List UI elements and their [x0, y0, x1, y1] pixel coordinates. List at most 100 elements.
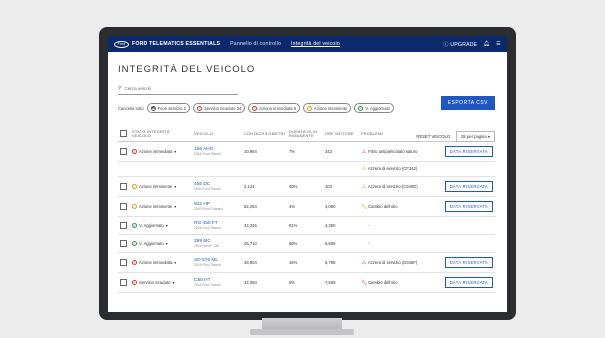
search-icon: ⚲ — [118, 85, 122, 90]
engine-hours-cell: 6,509 — [322, 234, 359, 253]
problem-text: Cambio dell'olio — [368, 279, 398, 285]
page-title: INTEGRITÀ DEL VEICOLO — [118, 64, 256, 75]
reset-vehicle-link[interactable]: RESET VEICOLO — [416, 134, 450, 139]
table-row[interactable]: ! Azione immediata ▾ SD 576 ML 2019 Ford Tra… — [118, 252, 495, 273]
nav-vehicle-health[interactable]: Integrità del veicolo — [291, 41, 340, 47]
odometer-cell: 45,710 — [242, 234, 287, 253]
table-row[interactable]: ⚠︎ Azzera di servizio (CF342) — [118, 161, 495, 177]
table-row[interactable]: ✓ V. Aggiornato ▾ 389 MC 2016 Ford F-150 45,7… — [118, 234, 495, 253]
search-input[interactable]: ⚲ Cerca veicoli — [118, 85, 238, 95]
problem-text: Azzera di servizio (C940D) — [367, 183, 418, 189]
table-row[interactable]: ! Azione imminente ▾ 456 DC 2020 Ford Transi… — [118, 176, 495, 197]
engine-hours-cell — [322, 161, 359, 177]
header-vehicle[interactable]: VEICOLO — [192, 127, 242, 142]
engine-hours-cell: 7,569 — [322, 272, 359, 293]
row-checkbox[interactable] — [120, 147, 127, 155]
status-dropdown[interactable]: ✓ V. Aggiornato ▾ — [132, 223, 190, 228]
status-dropdown[interactable]: ! Azione immediata ▾ — [132, 149, 190, 154]
row-checkbox[interactable] — [120, 202, 127, 210]
nav-dashboard[interactable]: Pannello di controllo — [230, 41, 281, 47]
engine-hours-cell: 4,080 — [322, 196, 359, 217]
vehicle-model: 2016 Ford Transit — [194, 152, 221, 156]
row-checkbox[interactable] — [120, 278, 127, 286]
status-dropdown[interactable]: ! Azione imminente ▾ — [132, 204, 190, 209]
chevron-down-icon: ▾ — [165, 241, 168, 246]
oil-life-cell: 69% — [286, 234, 323, 253]
problem-text: Azzera di servizio (D345F) — [367, 259, 418, 265]
vehicle-model: 2020 Ford Transit — [194, 187, 221, 191]
check-icon: ✓ — [358, 105, 364, 111]
odometer-cell: 48,904 — [242, 252, 287, 273]
select-all-checkbox[interactable] — [120, 130, 127, 137]
upgrade-button[interactable]: ⓘ UPGRADE — [443, 41, 477, 48]
row-checkbox[interactable] — [120, 239, 127, 247]
header-odometer[interactable]: CONTACHILOMETRI — [242, 127, 287, 142]
problem-icon: ⚠︎ — [361, 148, 367, 155]
table-row[interactable]: ! Azione immediata ▾ 166 AHO 2016 Ford Trans… — [118, 141, 495, 162]
notification-bell-icon[interactable]: 🔔︎ — [483, 41, 490, 47]
problem-text: - — [368, 241, 370, 246]
engine-hours-cell: 4,350 — [322, 216, 359, 235]
row-checkbox[interactable] — [120, 258, 127, 266]
problem-icon: ⚠︎ — [361, 183, 367, 190]
oil-life-cell: 91% — [286, 216, 323, 235]
odometer-cell: 2,124 — [242, 176, 287, 197]
clear-all-link[interactable]: Cancella tutto — [118, 106, 144, 111]
vehicle-model: 2020 Ford Connect — [194, 207, 224, 211]
status-dropdown[interactable]: ! Azione immediata ▾ — [132, 260, 190, 265]
oil-life-cell: 7% — [286, 141, 323, 162]
filter-out-of-service[interactable]: ⛟ Fuori servizio 2 — [146, 103, 190, 113]
row-checkbox[interactable] — [120, 221, 127, 229]
status-icon: ! — [132, 204, 137, 209]
status-icon: ! — [132, 260, 137, 265]
table-row[interactable]: ! Servizio Scaduto ▾ C50 HT 2016 Ford Transi… — [118, 272, 495, 293]
reserved-date-button[interactable]: DATA RISERVATA — [444, 201, 493, 212]
alert-icon: ! — [197, 105, 202, 111]
problem-text: Filtro antiparticolato saturo — [368, 148, 418, 154]
table-body: ! Azione immediata ▾ 166 AHO 2016 Ford Trans… — [118, 141, 495, 293]
status-icon: ✓ — [132, 223, 137, 228]
top-navigation-bar: Ford FORD TELEMATICS ESSENTIALS Pannello… — [108, 36, 507, 52]
monitor-frame: Ford FORD TELEMATICS ESSENTIALS Pannello… — [99, 27, 516, 320]
export-csv-button[interactable]: ESPORTA CSV — [440, 96, 495, 110]
car-icon: ⛟ — [150, 105, 156, 111]
filter-service-due[interactable]: ! Servizio Scaduto 34 — [193, 103, 246, 113]
status-dropdown[interactable]: ! Servizio Scaduto ▾ — [132, 280, 190, 285]
filter-up-to-date[interactable]: ✓ V. Aggiornato — [354, 103, 395, 113]
reserved-date-button[interactable]: DATA RISERVATA — [444, 146, 493, 157]
filter-immediate-action[interactable]: ! Azione immediata 9 — [248, 103, 301, 113]
status-dropdown[interactable]: ✓ V. Aggiornato ▾ — [132, 241, 190, 246]
vehicle-model: 2016 Ford Transit — [194, 226, 221, 230]
status-icon: ! — [132, 184, 137, 189]
header-status[interactable]: STATO INTEGRITÀ VEICOLO — [130, 127, 192, 142]
filter-upcoming-action[interactable]: ! Azione imminente — [303, 103, 352, 113]
header-engine-hours[interactable]: ORE MOTORE — [322, 127, 359, 142]
reserved-date-button[interactable]: DATA RISERVATA — [444, 277, 493, 288]
menu-icon[interactable]: ☰ — [496, 41, 501, 47]
vehicle-model: 2016 Ford F-150 — [194, 244, 220, 248]
reserved-date-button[interactable]: DATA RISERVATA — [444, 181, 493, 192]
ford-logo: Ford — [114, 40, 129, 48]
reserved-date-button[interactable]: DATA RISERVATA — [444, 257, 493, 268]
screen: Ford FORD TELEMATICS ESSENTIALS Pannello… — [108, 36, 507, 312]
chevron-down-icon: ▾ — [174, 204, 177, 209]
brand-name: FORD TELEMATICS ESSENTIALS — [132, 41, 221, 47]
chevron-down-icon: ▾ — [174, 149, 177, 154]
per-page-select[interactable]: 25 per pagina ▾ — [456, 131, 495, 142]
row-checkbox[interactable] — [120, 182, 127, 190]
problem-icon: 🔧︎ — [360, 279, 368, 286]
table-row[interactable]: ✓ V. Aggiornato ▾ RG 450 FT 2016 Ford Transi… — [118, 216, 495, 235]
monitor-base — [250, 329, 354, 335]
chevron-down-icon: ▾ — [172, 280, 175, 285]
search-placeholder: Cerca veicoli — [124, 85, 151, 91]
chevron-down-icon: ▾ — [174, 184, 177, 189]
status-dropdown[interactable]: ! Azione imminente ▾ — [132, 184, 190, 189]
chevron-down-icon: ▾ — [165, 223, 168, 228]
engine-hours-cell: 103 — [322, 176, 359, 197]
header-oil-life[interactable]: DURATA OLIO RIMANENTE — [286, 127, 323, 142]
oil-life-cell: 5% — [286, 272, 323, 293]
odometer-cell — [242, 161, 287, 177]
table-row[interactable]: ! Azione imminente ▾ 842 HP 2020 Ford Connec… — [118, 196, 495, 217]
chevron-down-icon: ▾ — [174, 260, 177, 265]
status-icon: ! — [132, 149, 137, 154]
